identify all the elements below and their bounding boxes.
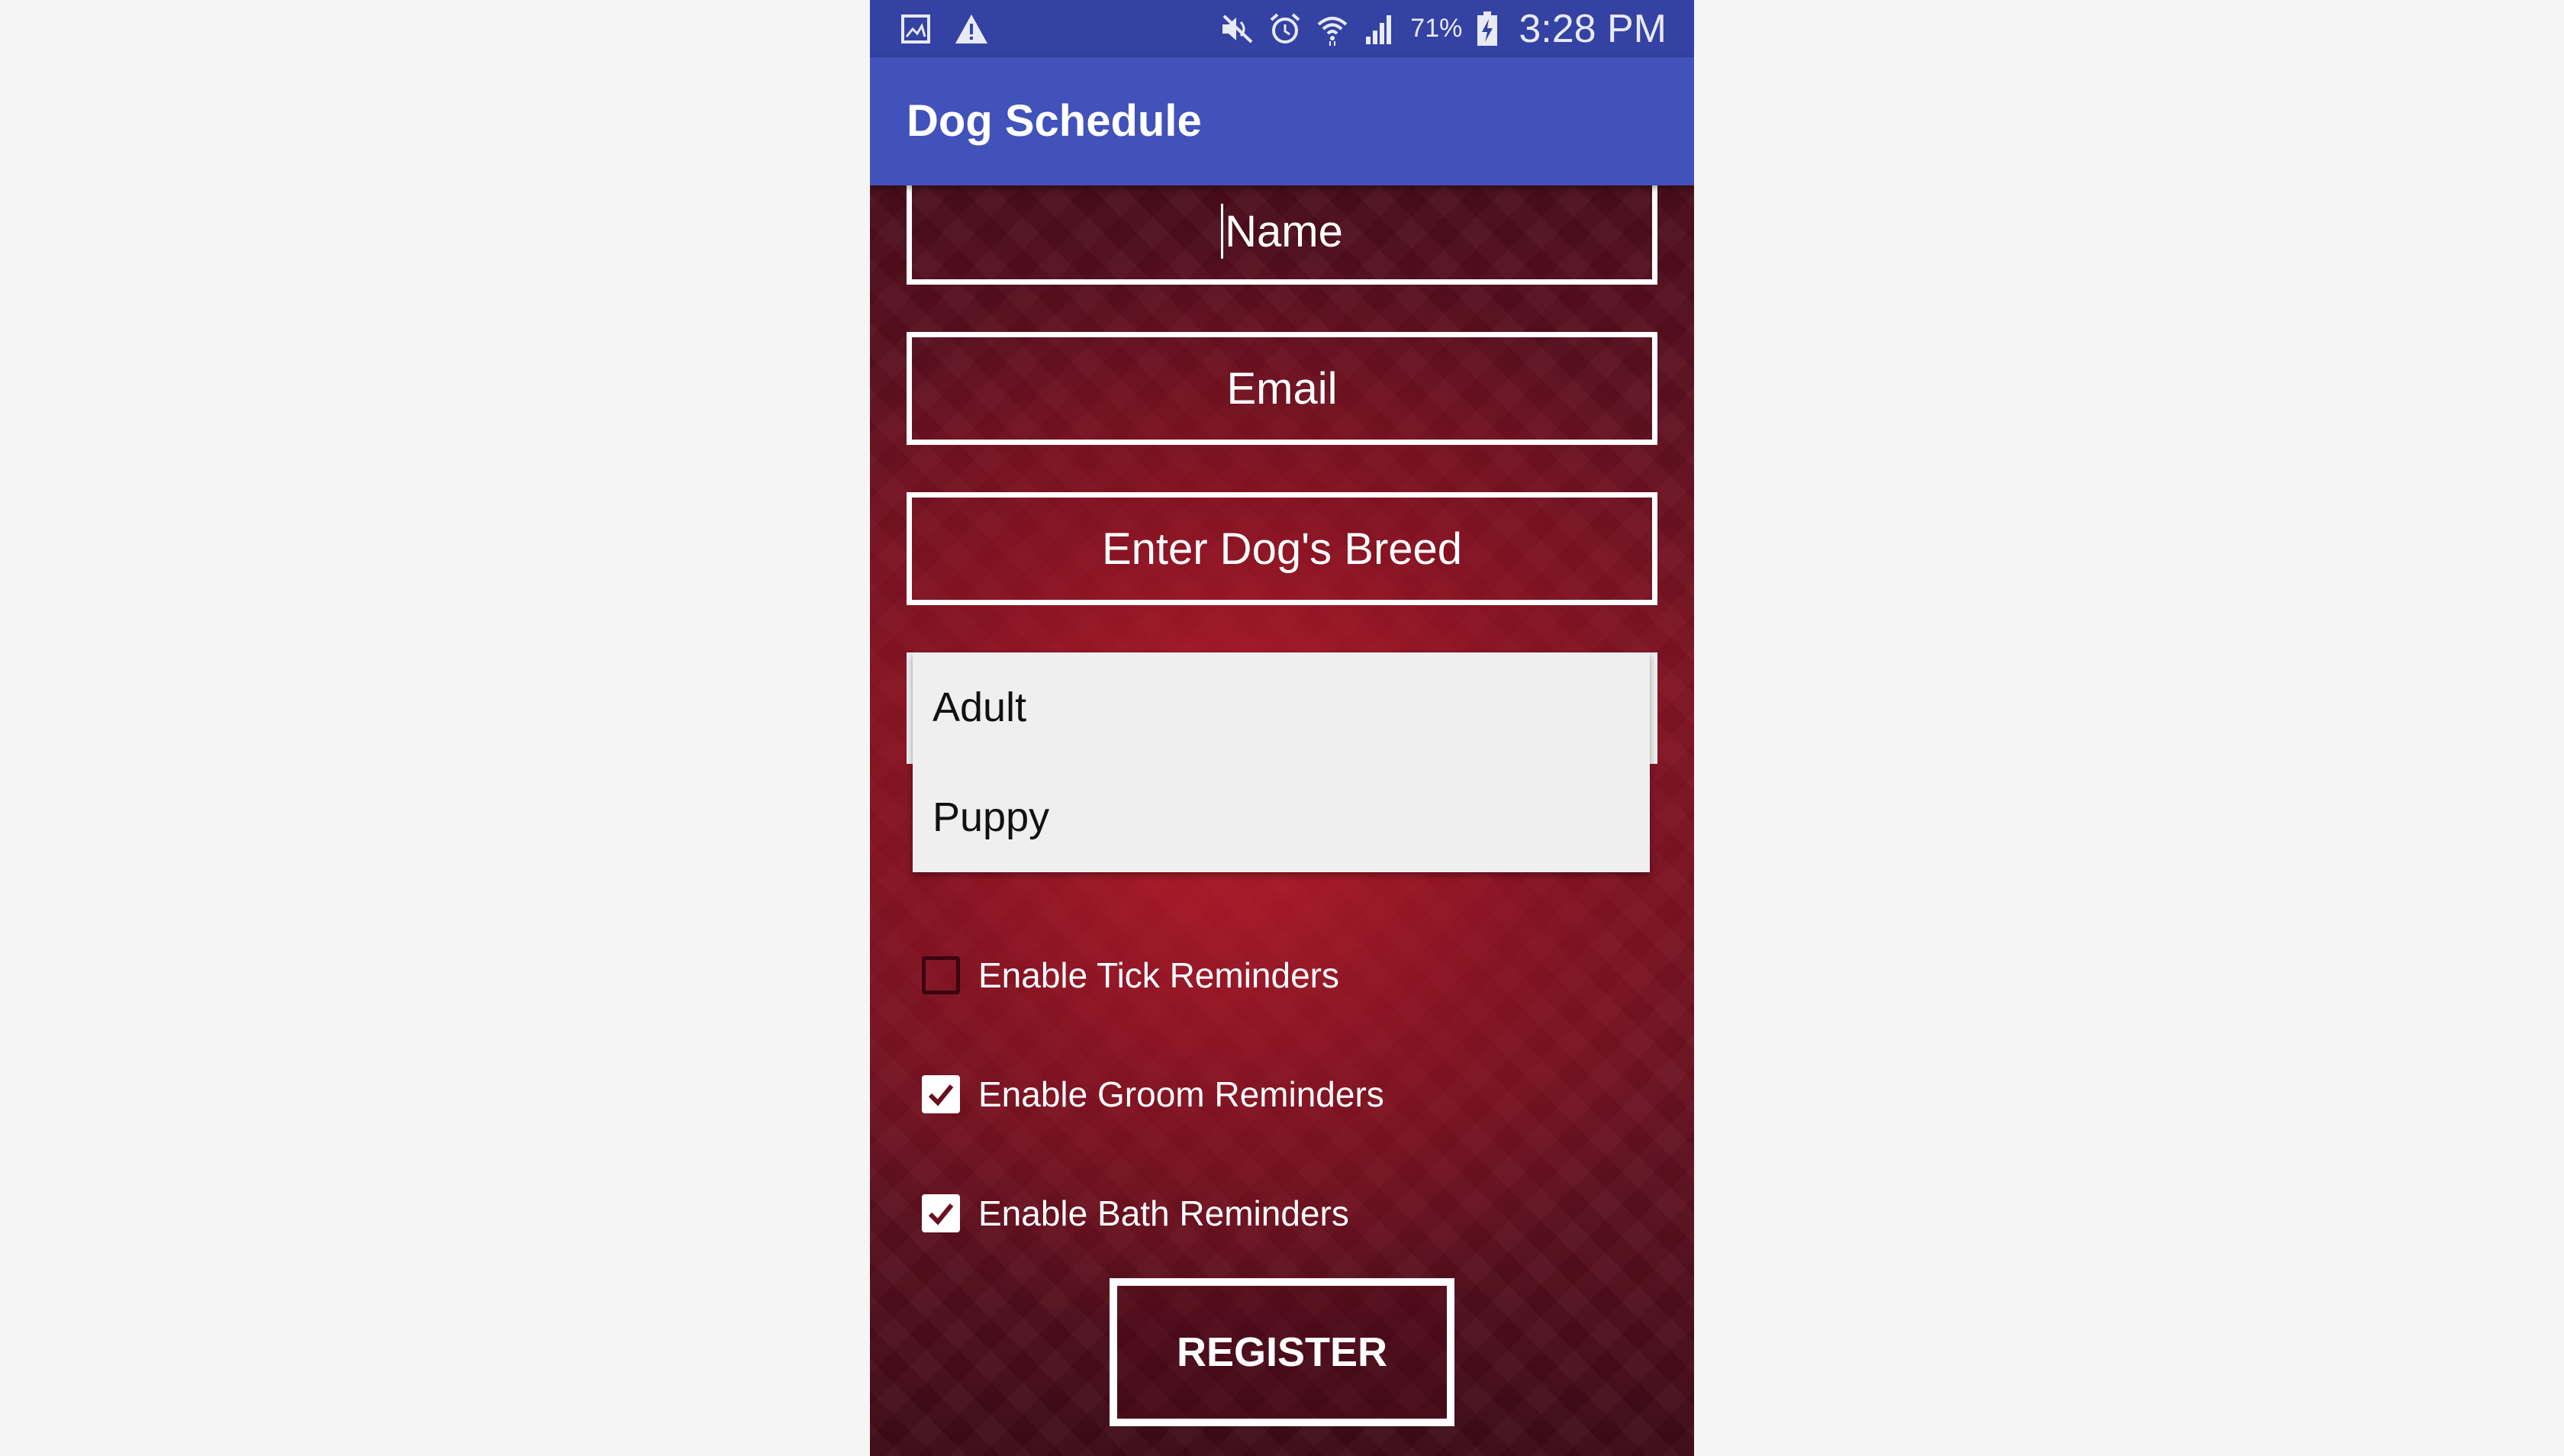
dropdown-option-puppy[interactable]: Puppy — [913, 762, 1650, 872]
dropdown-option-adult[interactable]: Adult — [913, 652, 1650, 762]
email-placeholder: Email — [1226, 363, 1338, 414]
battery-percentage: 71% — [1410, 14, 1463, 43]
text-cursor — [1221, 204, 1224, 259]
gallery-icon — [900, 14, 931, 44]
email-input[interactable]: Email — [907, 332, 1657, 445]
tick-reminder-checkbox[interactable] — [922, 956, 960, 994]
age-dropdown-menu: Adult Puppy — [913, 652, 1650, 872]
status-bar-left — [900, 0, 989, 57]
register-button[interactable]: REGISTER — [1110, 1278, 1454, 1426]
name-placeholder: Name — [1225, 206, 1343, 256]
signal-icon — [1363, 12, 1396, 46]
form-content: Name Email Enter Dog's Breed Adult Puppy… — [870, 185, 1694, 1456]
warning-icon — [954, 13, 989, 45]
groom-reminder-label: Enable Groom Reminders — [978, 1074, 1384, 1114]
checkmark-icon — [928, 1203, 954, 1226]
name-input[interactable]: Name — [907, 185, 1657, 285]
battery-charging-icon — [1476, 11, 1499, 47]
groom-reminder-checkbox[interactable] — [922, 1075, 960, 1113]
status-bar: 71% 3:28 PM — [870, 0, 1694, 57]
bath-reminder-checkbox[interactable] — [922, 1194, 960, 1232]
breed-input[interactable]: Enter Dog's Breed — [907, 492, 1657, 605]
app-title: Dog Schedule — [907, 96, 1202, 146]
app-bar: Dog Schedule — [870, 57, 1694, 185]
checkmark-icon — [928, 1084, 954, 1106]
status-bar-right: 71% 3:28 PM — [1219, 0, 1667, 57]
page: 71% 3:28 PM Dog Schedule Name Email Ente… — [0, 0, 2564, 1456]
alarm-icon — [1268, 12, 1302, 46]
bath-reminder-row[interactable]: Enable Bath Reminders — [922, 1187, 1349, 1240]
tick-reminder-label: Enable Tick Reminders — [978, 955, 1339, 995]
tick-reminder-row[interactable]: Enable Tick Reminders — [922, 949, 1339, 1002]
breed-placeholder: Enter Dog's Breed — [1101, 523, 1463, 574]
status-bar-time: 3:28 PM — [1519, 6, 1667, 51]
phone-screen: 71% 3:28 PM Dog Schedule Name Email Ente… — [870, 0, 1694, 1456]
groom-reminder-row[interactable]: Enable Groom Reminders — [922, 1068, 1384, 1121]
mute-icon — [1219, 13, 1255, 45]
bath-reminder-label: Enable Bath Reminders — [978, 1193, 1349, 1233]
wifi-icon — [1316, 12, 1349, 46]
